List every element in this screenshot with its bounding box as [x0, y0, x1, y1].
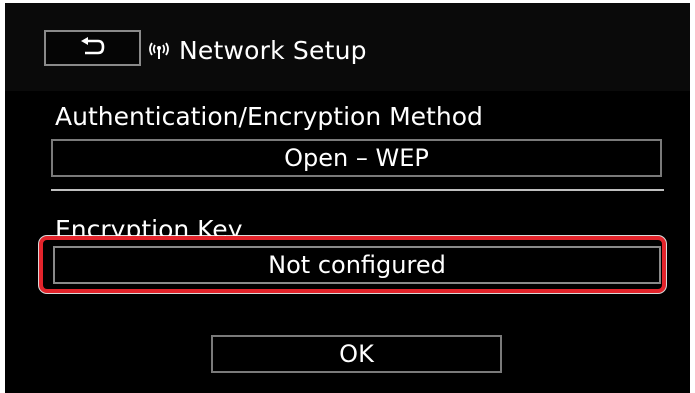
encryption-key-field[interactable]: Not configured — [53, 246, 661, 284]
auth-method-label: Authentication/Encryption Method — [55, 102, 483, 131]
page-title: Network Setup — [179, 35, 367, 65]
camera-screen: Network Setup Authentication/Encryption … — [5, 3, 690, 393]
back-button[interactable] — [44, 30, 141, 66]
wireless-antenna-icon — [147, 39, 171, 61]
return-arrow-icon — [79, 37, 107, 59]
section-divider — [51, 189, 664, 191]
title-area: Network Setup — [147, 33, 367, 67]
ok-button[interactable]: OK — [211, 335, 502, 373]
header-bar: Network Setup — [5, 3, 690, 91]
auth-method-field[interactable]: Open – WEP — [51, 139, 662, 177]
